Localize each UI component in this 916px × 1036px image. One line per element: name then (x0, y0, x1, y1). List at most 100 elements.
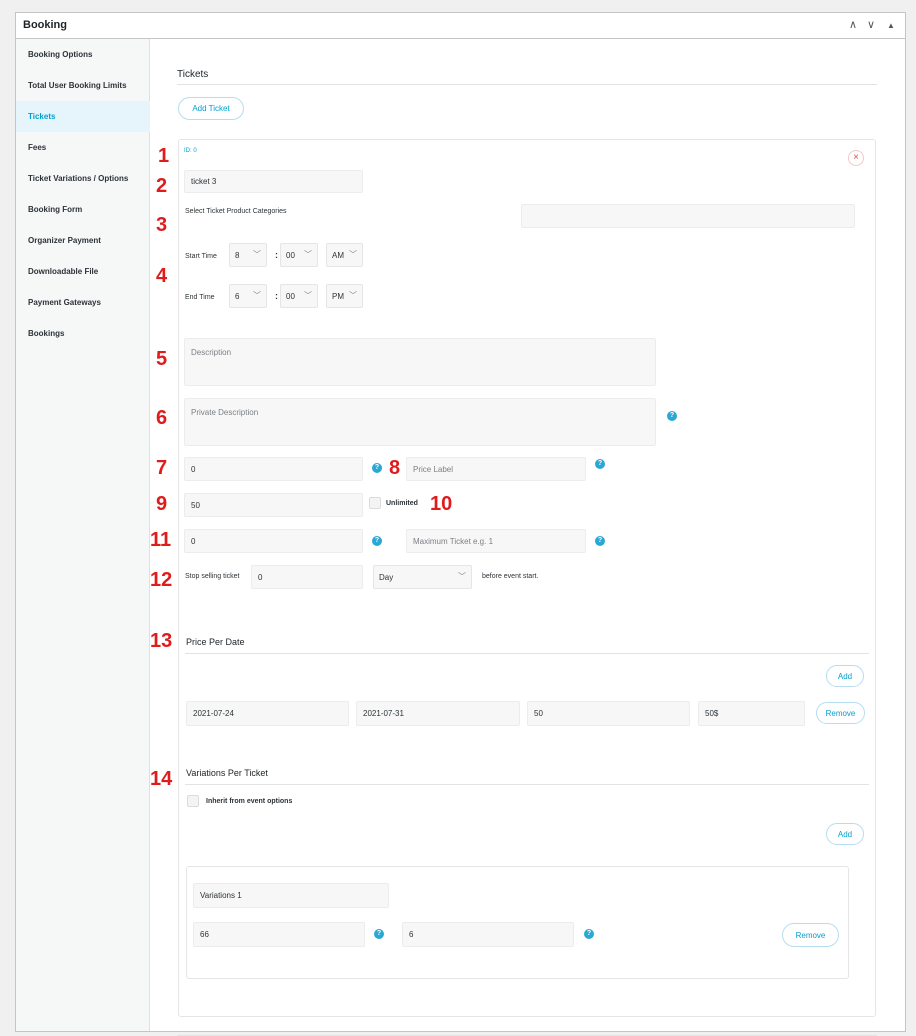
stop-selling-label: Stop selling ticket (185, 573, 240, 580)
price-per-date-title: Price Per Date (186, 637, 245, 647)
chevron-down-icon: ﹀ (253, 290, 261, 300)
ticket-price-input[interactable]: 0 (184, 457, 363, 481)
end-hour-select[interactable]: 6 ﹀ (229, 284, 267, 308)
inherit-options-label: Inherit from event options (206, 798, 293, 805)
divider (177, 84, 877, 85)
start-time-label: Start Time (185, 253, 217, 260)
add-variation-button[interactable]: Add (826, 823, 864, 845)
variations-title: Variations Per Ticket (186, 768, 268, 778)
remove-variation-button[interactable]: Remove (782, 923, 839, 947)
ticket-capacity-input[interactable]: 50 (184, 493, 363, 517)
add-price-date-button[interactable]: Add (826, 665, 864, 687)
tickets-section-title: Tickets (177, 69, 209, 80)
stop-selling-input[interactable]: 0 (251, 565, 363, 589)
price-date-end-input[interactable]: 2021-07-31 (356, 701, 520, 726)
time-separator: : (275, 250, 278, 260)
stop-selling-unit-value: Day (379, 572, 394, 582)
marker-13: 13 (150, 630, 173, 652)
tickets-main: Tickets Add Ticket ID: 0 × ticket 3 Sele… (150, 39, 905, 1036)
variation-name-input[interactable]: Variations 1 (193, 883, 389, 908)
marker-3: 3 (156, 214, 168, 236)
end-minute-value: 00 (286, 291, 295, 301)
chevron-down-icon: ﹀ (253, 249, 261, 259)
sidebar-item-total-user-booking-limits[interactable]: Total User Booking Limits (16, 70, 150, 101)
marker-2: 2 (156, 175, 168, 197)
start-minute-select[interactable]: 00 ﹀ (280, 243, 318, 267)
price-date-start-input[interactable]: 2021-07-24 (186, 701, 349, 726)
variation-card: Variations 1 66 ? 6 ? Remove (186, 866, 849, 979)
end-hour-value: 6 (235, 291, 240, 301)
chevron-down-icon: ﹀ (458, 571, 466, 581)
end-ampm-select[interactable]: PM ﹀ (326, 284, 363, 308)
marker-9: 9 (156, 493, 168, 515)
panel-title: Booking (23, 19, 67, 31)
sidebar-item-organizer-payment[interactable]: Organizer Payment (16, 225, 150, 256)
marker-6: 6 (156, 407, 168, 429)
categories-label: Select Ticket Product Categories (185, 208, 287, 215)
start-minute-value: 00 (286, 250, 295, 260)
stop-selling-suffix: before event start. (482, 573, 539, 580)
booking-panel: Booking ∧ ∨ ▲ Booking Options Total User… (15, 12, 906, 1036)
sidebar-item-ticket-variations[interactable]: Ticket Variations / Options (16, 163, 150, 194)
marker-11: 11 (150, 529, 172, 551)
sidebar-item-bookings[interactable]: Bookings (16, 318, 150, 349)
help-icon[interactable]: ? (584, 929, 594, 939)
start-ampm-value: AM (332, 250, 344, 260)
marker-10: 10 (430, 493, 453, 515)
help-icon[interactable]: ? (595, 536, 605, 546)
move-down-icon[interactable]: ∨ (867, 17, 875, 33)
minimum-ticket-input[interactable]: 0 (184, 529, 363, 553)
product-categories-select[interactable] (521, 204, 855, 228)
toggle-panel-icon[interactable]: ▲ (887, 18, 895, 34)
ticket-card: ID: 0 × ticket 3 Select Ticket Product C… (178, 139, 876, 1017)
ticket-id-label: ID: 0 (184, 148, 197, 154)
price-label-input[interactable]: Price Label (406, 457, 586, 481)
sidebar-item-fees[interactable]: Fees (16, 132, 150, 163)
end-ampm-value: PM (332, 291, 344, 301)
marker-12: 12 (150, 569, 173, 591)
sidebar-item-tickets[interactable]: Tickets (16, 101, 151, 132)
private-description-textarea[interactable]: Private Description (184, 398, 656, 446)
ticket-name-input[interactable]: ticket 3 (184, 170, 363, 193)
help-icon[interactable]: ? (595, 459, 605, 469)
inherit-options-checkbox[interactable] (187, 795, 199, 807)
variation-max-input[interactable]: 6 (402, 922, 574, 947)
remove-ticket-icon[interactable]: × (848, 150, 864, 166)
chevron-down-icon: ﹀ (349, 249, 357, 259)
time-separator: : (275, 291, 278, 301)
move-up-icon[interactable]: ∧ (849, 17, 857, 33)
help-icon[interactable]: ? (372, 536, 382, 546)
description-textarea[interactable]: Description (184, 338, 656, 386)
marker-14: 14 (150, 768, 173, 790)
marker-8: 8 (389, 457, 401, 479)
marker-7: 7 (156, 457, 168, 479)
price-date-price-input[interactable]: 50 (527, 701, 690, 726)
divider (185, 784, 869, 785)
add-ticket-button[interactable]: Add Ticket (178, 97, 244, 120)
booking-sidebar: Booking Options Total User Booking Limit… (16, 39, 151, 1031)
sidebar-item-booking-options[interactable]: Booking Options (16, 39, 150, 70)
marker-1: 1 (158, 145, 170, 167)
sidebar-item-downloadable-file[interactable]: Downloadable File (16, 256, 150, 287)
stop-selling-unit-select[interactable]: Day ﹀ (373, 565, 472, 589)
variation-price-input[interactable]: 66 (193, 922, 365, 947)
start-hour-select[interactable]: 8 ﹀ (229, 243, 267, 267)
help-icon[interactable]: ? (372, 463, 382, 473)
start-hour-value: 8 (235, 250, 240, 260)
end-time-label: End Time (185, 294, 215, 301)
chevron-down-icon: ﹀ (304, 290, 312, 300)
unlimited-checkbox[interactable] (369, 497, 381, 509)
maximum-ticket-input[interactable]: Maximum Ticket e.g. 1 (406, 529, 586, 553)
unlimited-label: Unlimited (386, 500, 418, 507)
end-minute-select[interactable]: 00 ﹀ (280, 284, 318, 308)
help-icon[interactable]: ? (374, 929, 384, 939)
panel-header: Booking ∧ ∨ ▲ (16, 13, 905, 39)
help-icon[interactable]: ? (667, 411, 677, 421)
marker-4: 4 (156, 265, 168, 287)
sidebar-item-payment-gateways[interactable]: Payment Gateways (16, 287, 150, 318)
remove-price-date-button[interactable]: Remove (816, 702, 865, 724)
start-ampm-select[interactable]: AM ﹀ (326, 243, 363, 267)
divider (185, 653, 869, 654)
price-date-label-input[interactable]: 50$ (698, 701, 805, 726)
sidebar-item-booking-form[interactable]: Booking Form (16, 194, 150, 225)
